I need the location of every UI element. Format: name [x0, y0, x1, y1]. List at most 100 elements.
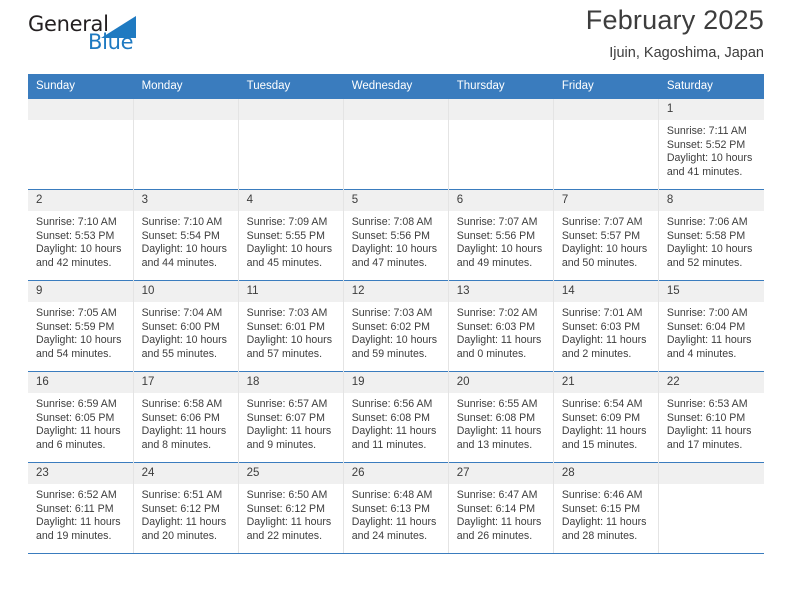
calendar-day-cell[interactable]: 27 Sunrise: 6:47 AM Sunset: 6:14 PM Dayligh… [448, 462, 554, 554]
calendar-day-cell[interactable]: 4 Sunrise: 7:09 AM Sunset: 5:55 PM Daylight… [238, 189, 344, 281]
sunset-text: Sunset: 6:06 PM [141, 411, 220, 424]
day-number: 14 [553, 281, 658, 303]
day-number: 7 [553, 190, 658, 212]
calendar-day-cell[interactable]: 21 Sunrise: 6:54 AM Sunset: 6:09 PM Dayligh… [553, 371, 659, 463]
sunset-text: Sunset: 6:12 PM [141, 502, 220, 515]
weekday-header-friday: Friday [553, 74, 659, 99]
sunset-text: Sunset: 5:54 PM [141, 229, 220, 242]
sunset-text: Sunset: 5:53 PM [36, 229, 115, 242]
sunset-text: Sunset: 5:56 PM [456, 229, 536, 242]
calendar-day-cell-empty [343, 99, 449, 190]
title-block: February 2025 Ijuin, Kagoshima, Japan [586, 5, 764, 62]
day-sun-info: Sunrise: 7:01 AM Sunset: 6:03 PM Daylight:… [554, 302, 658, 361]
daylight-text: Daylight: 11 hours and 24 minutes. [351, 516, 437, 542]
day-number [553, 99, 658, 121]
day-sun-info: Sunrise: 6:52 AM Sunset: 6:11 PM Daylight:… [28, 484, 133, 543]
sunset-text: Sunset: 6:15 PM [561, 502, 641, 515]
calendar-day-cell[interactable]: 17 Sunrise: 6:58 AM Sunset: 6:06 PM Dayligh… [133, 371, 239, 463]
day-number: 4 [238, 190, 343, 212]
calendar-day-cell[interactable]: 3 Sunrise: 7:10 AM Sunset: 5:54 PM Daylight… [133, 189, 239, 281]
sunrise-text: Sunrise: 7:11 AM [666, 125, 747, 138]
sunrise-text: Sunrise: 7:07 AM [561, 216, 643, 229]
sunset-text: Sunset: 6:02 PM [351, 320, 431, 333]
calendar-day-cell-empty [553, 99, 659, 190]
calendar-day-cell[interactable]: 18 Sunrise: 6:57 AM Sunset: 6:07 PM Dayligh… [238, 371, 344, 463]
calendar-day-cell[interactable]: 24 Sunrise: 6:51 AM Sunset: 6:12 PM Dayligh… [133, 462, 239, 554]
day-number: 20 [448, 372, 553, 394]
calendar-day-cell[interactable]: 9 Sunrise: 7:05 AM Sunset: 5:59 PM Daylight… [28, 280, 134, 372]
daylight-text: Daylight: 10 hours and 49 minutes. [456, 243, 543, 269]
calendar-day-cell[interactable]: 20 Sunrise: 6:55 AM Sunset: 6:08 PM Dayligh… [448, 371, 554, 463]
day-sun-info: Sunrise: 6:48 AM Sunset: 6:13 PM Daylight:… [344, 484, 448, 543]
calendar-day-cell[interactable]: 6 Sunrise: 7:07 AM Sunset: 5:56 PM Daylight… [448, 189, 554, 281]
calendar-week-row: 23 Sunrise: 6:52 AM Sunset: 6:11 PM Dayligh… [28, 462, 764, 554]
day-number: 16 [28, 372, 133, 394]
general-blue-logo[interactable]: General Blue [28, 10, 146, 58]
day-sun-info: Sunrise: 6:55 AM Sunset: 6:08 PM Daylight:… [449, 393, 553, 452]
sunset-text: Sunset: 6:12 PM [246, 502, 325, 515]
sunrise-text: Sunrise: 6:56 AM [351, 398, 433, 411]
sunrise-text: Sunrise: 6:50 AM [246, 489, 328, 502]
sunrise-text: Sunrise: 7:10 AM [36, 216, 117, 229]
calendar-day-cell[interactable]: 23 Sunrise: 6:52 AM Sunset: 6:11 PM Dayligh… [28, 462, 134, 554]
calendar-day-cell[interactable]: 10 Sunrise: 7:04 AM Sunset: 6:00 PM Dayligh… [133, 280, 239, 372]
sunset-text: Sunset: 6:07 PM [246, 411, 325, 424]
calendar-day-cell[interactable]: 15 Sunrise: 7:00 AM Sunset: 6:04 PM Dayligh… [658, 280, 764, 372]
daylight-text: Daylight: 11 hours and 6 minutes. [36, 425, 121, 451]
weekday-header-wednesday: Wednesday [343, 74, 449, 99]
day-number: 5 [343, 190, 448, 212]
calendar-day-cell[interactable]: 11 Sunrise: 7:03 AM Sunset: 6:01 PM Dayligh… [238, 280, 344, 372]
weekday-header-tuesday: Tuesday [238, 74, 344, 99]
sunset-text: Sunset: 6:10 PM [666, 411, 746, 424]
sunrise-text: Sunrise: 6:46 AM [561, 489, 643, 502]
sunrise-text: Sunrise: 7:06 AM [666, 216, 748, 229]
daylight-text: Daylight: 10 hours and 45 minutes. [246, 243, 333, 269]
daylight-text: Daylight: 11 hours and 13 minutes. [456, 425, 542, 451]
sunset-text: Sunset: 5:59 PM [36, 320, 115, 333]
sunset-text: Sunset: 6:14 PM [456, 502, 536, 515]
sunset-text: Sunset: 5:56 PM [351, 229, 431, 242]
calendar-week-row: 9 Sunrise: 7:05 AM Sunset: 5:59 PM Daylight… [28, 280, 764, 372]
calendar-day-cell[interactable]: 13 Sunrise: 7:02 AM Sunset: 6:03 PM Dayligh… [448, 280, 554, 372]
day-number: 25 [238, 463, 343, 485]
calendar-day-cell[interactable]: 16 Sunrise: 6:59 AM Sunset: 6:05 PM Dayligh… [28, 371, 134, 463]
sunset-text: Sunset: 6:11 PM [36, 502, 114, 515]
day-sun-info: Sunrise: 7:11 AM Sunset: 5:52 PM Daylight:… [659, 120, 764, 179]
calendar-day-cell-empty [448, 99, 554, 190]
calendar-day-cell[interactable]: 28 Sunrise: 6:46 AM Sunset: 6:15 PM Dayligh… [553, 462, 659, 554]
sunrise-text: Sunrise: 7:01 AM [561, 307, 643, 320]
day-number: 3 [133, 190, 238, 212]
page-header: General Blue February 2025 Ijuin, Kagosh… [28, 0, 764, 74]
day-number: 28 [553, 463, 658, 485]
daylight-text: Daylight: 10 hours and 44 minutes. [141, 243, 227, 269]
sunrise-text: Sunrise: 6:57 AM [246, 398, 328, 411]
calendar-day-cell[interactable]: 14 Sunrise: 7:01 AM Sunset: 6:03 PM Dayligh… [553, 280, 659, 372]
calendar-day-cell[interactable]: 8 Sunrise: 7:06 AM Sunset: 5:58 PM Daylight… [658, 189, 764, 281]
daylight-text: Daylight: 11 hours and 26 minutes. [456, 516, 542, 542]
calendar-day-cell[interactable]: 26 Sunrise: 6:48 AM Sunset: 6:13 PM Dayligh… [343, 462, 449, 554]
day-sun-info: Sunrise: 7:08 AM Sunset: 5:56 PM Daylight:… [344, 211, 448, 270]
day-sun-info: Sunrise: 6:46 AM Sunset: 6:15 PM Daylight:… [554, 484, 658, 543]
sunset-text: Sunset: 5:52 PM [666, 138, 746, 151]
calendar-day-cell[interactable]: 7 Sunrise: 7:07 AM Sunset: 5:57 PM Daylight… [553, 189, 659, 281]
calendar-day-cell[interactable]: 25 Sunrise: 6:50 AM Sunset: 6:12 PM Dayligh… [238, 462, 344, 554]
day-sun-info: Sunrise: 6:50 AM Sunset: 6:12 PM Daylight:… [239, 484, 343, 543]
day-number: 22 [658, 372, 764, 394]
calendar-day-cell[interactable]: 19 Sunrise: 6:56 AM Sunset: 6:08 PM Dayligh… [343, 371, 449, 463]
calendar-day-cell[interactable]: 22 Sunrise: 6:53 AM Sunset: 6:10 PM Dayligh… [658, 371, 764, 463]
sunset-text: Sunset: 5:58 PM [666, 229, 746, 242]
calendar-day-cell[interactable]: 2 Sunrise: 7:10 AM Sunset: 5:53 PM Daylight… [28, 189, 134, 281]
day-sun-info: Sunrise: 7:10 AM Sunset: 5:53 PM Daylight:… [28, 211, 133, 270]
daylight-text: Daylight: 11 hours and 0 minutes. [456, 334, 542, 360]
day-sun-info: Sunrise: 6:59 AM Sunset: 6:05 PM Daylight:… [28, 393, 133, 452]
daylight-text: Daylight: 11 hours and 2 minutes. [561, 334, 647, 360]
day-number: 23 [28, 463, 133, 485]
daylight-text: Daylight: 10 hours and 42 minutes. [36, 243, 122, 269]
calendar-day-cell[interactable]: 5 Sunrise: 7:08 AM Sunset: 5:56 PM Daylight… [343, 189, 449, 281]
sunrise-text: Sunrise: 6:55 AM [456, 398, 538, 411]
calendar-header-row: Sunday Monday Tuesday Wednesday Thursday Frid… [28, 74, 765, 99]
calendar-day-cell[interactable]: 12 Sunrise: 7:03 AM Sunset: 6:02 PM Dayligh… [343, 280, 449, 372]
sunrise-text: Sunrise: 7:10 AM [141, 216, 223, 229]
calendar-day-cell[interactable]: 1 Sunrise: 7:11 AM Sunset: 5:52 PM Daylight… [658, 99, 764, 190]
day-number: 24 [133, 463, 238, 485]
